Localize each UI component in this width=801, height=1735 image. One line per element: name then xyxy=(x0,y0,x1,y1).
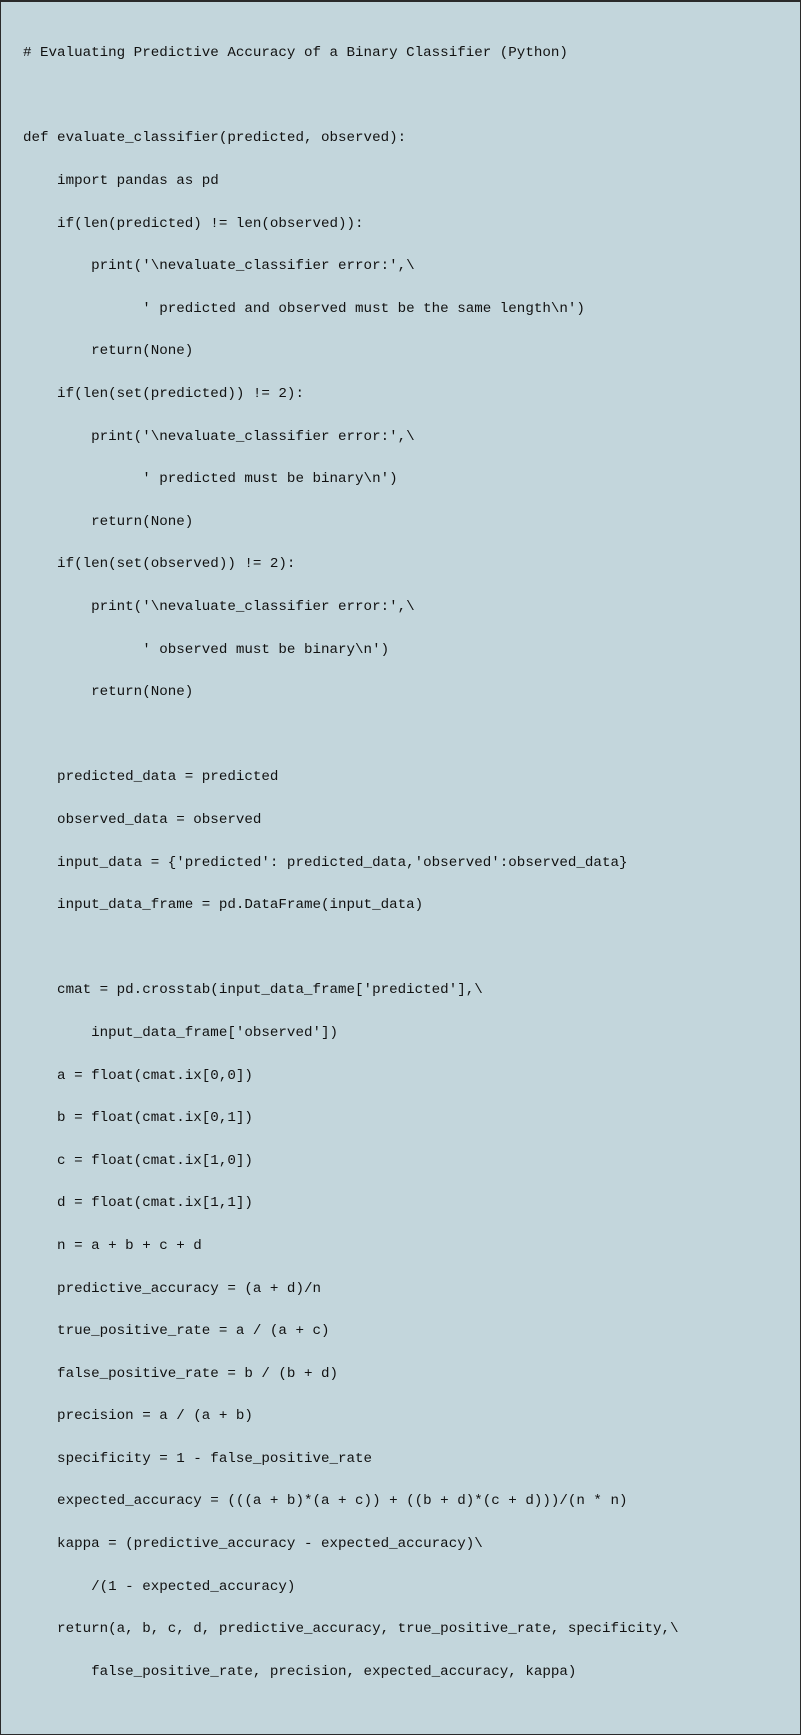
code-line: if(len(predicted) != len(observed)): xyxy=(23,214,778,235)
code-line: true_positive_rate = a / (a + c) xyxy=(23,1321,778,1342)
code-line: input_data_frame['observed']) xyxy=(23,1023,778,1044)
code-line: print('\nevaluate_classifier error:',\ xyxy=(23,256,778,277)
code-line: import pandas as pd xyxy=(23,171,778,192)
code-line: ' predicted must be binary\n') xyxy=(23,469,778,490)
code-line: precision = a / (a + b) xyxy=(23,1406,778,1427)
code-line: kappa = (predictive_accuracy - expected_… xyxy=(23,1534,778,1555)
code-listing: # Evaluating Predictive Accuracy of a Bi… xyxy=(0,0,801,1735)
code-line: predictive_accuracy = (a + d)/n xyxy=(23,1279,778,1300)
code-line: b = float(cmat.ix[0,1]) xyxy=(23,1108,778,1129)
code-line: input_data_frame = pd.DataFrame(input_da… xyxy=(23,895,778,916)
code-line: specificity = 1 - false_positive_rate xyxy=(23,1449,778,1470)
code-line: cmat = pd.crosstab(input_data_frame['pre… xyxy=(23,980,778,1001)
code-line: expected_accuracy = (((a + b)*(a + c)) +… xyxy=(23,1491,778,1512)
code-line xyxy=(23,938,778,959)
code-line: if(len(set(predicted)) != 2): xyxy=(23,384,778,405)
code-line: print('\nevaluate_classifier error:',\ xyxy=(23,427,778,448)
code-line: n = a + b + c + d xyxy=(23,1236,778,1257)
code-line: /(1 - expected_accuracy) xyxy=(23,1577,778,1598)
code-line: ' observed must be binary\n') xyxy=(23,640,778,661)
code-line: return(None) xyxy=(23,682,778,703)
code-line: print('\nevaluate_classifier error:',\ xyxy=(23,597,778,618)
code-line: def evaluate_classifier(predicted, obser… xyxy=(23,128,778,149)
code-line: input_data = {'predicted': predicted_dat… xyxy=(23,853,778,874)
code-line: c = float(cmat.ix[1,0]) xyxy=(23,1151,778,1172)
code-line xyxy=(23,725,778,746)
code-line: predicted_data = predicted xyxy=(23,767,778,788)
code-line: return(None) xyxy=(23,341,778,362)
code-line: observed_data = observed xyxy=(23,810,778,831)
code-line: return(None) xyxy=(23,512,778,533)
code-line: false_positive_rate, precision, expected… xyxy=(23,1662,778,1683)
code-line: false_positive_rate = b / (b + d) xyxy=(23,1364,778,1385)
code-line: # Evaluating Predictive Accuracy of a Bi… xyxy=(23,43,778,64)
code-line: if(len(set(observed)) != 2): xyxy=(23,554,778,575)
code-line: ' predicted and observed must be the sam… xyxy=(23,299,778,320)
code-line: a = float(cmat.ix[0,0]) xyxy=(23,1066,778,1087)
code-line: d = float(cmat.ix[1,1]) xyxy=(23,1193,778,1214)
code-line xyxy=(23,86,778,107)
code-line: return(a, b, c, d, predictive_accuracy, … xyxy=(23,1619,778,1640)
